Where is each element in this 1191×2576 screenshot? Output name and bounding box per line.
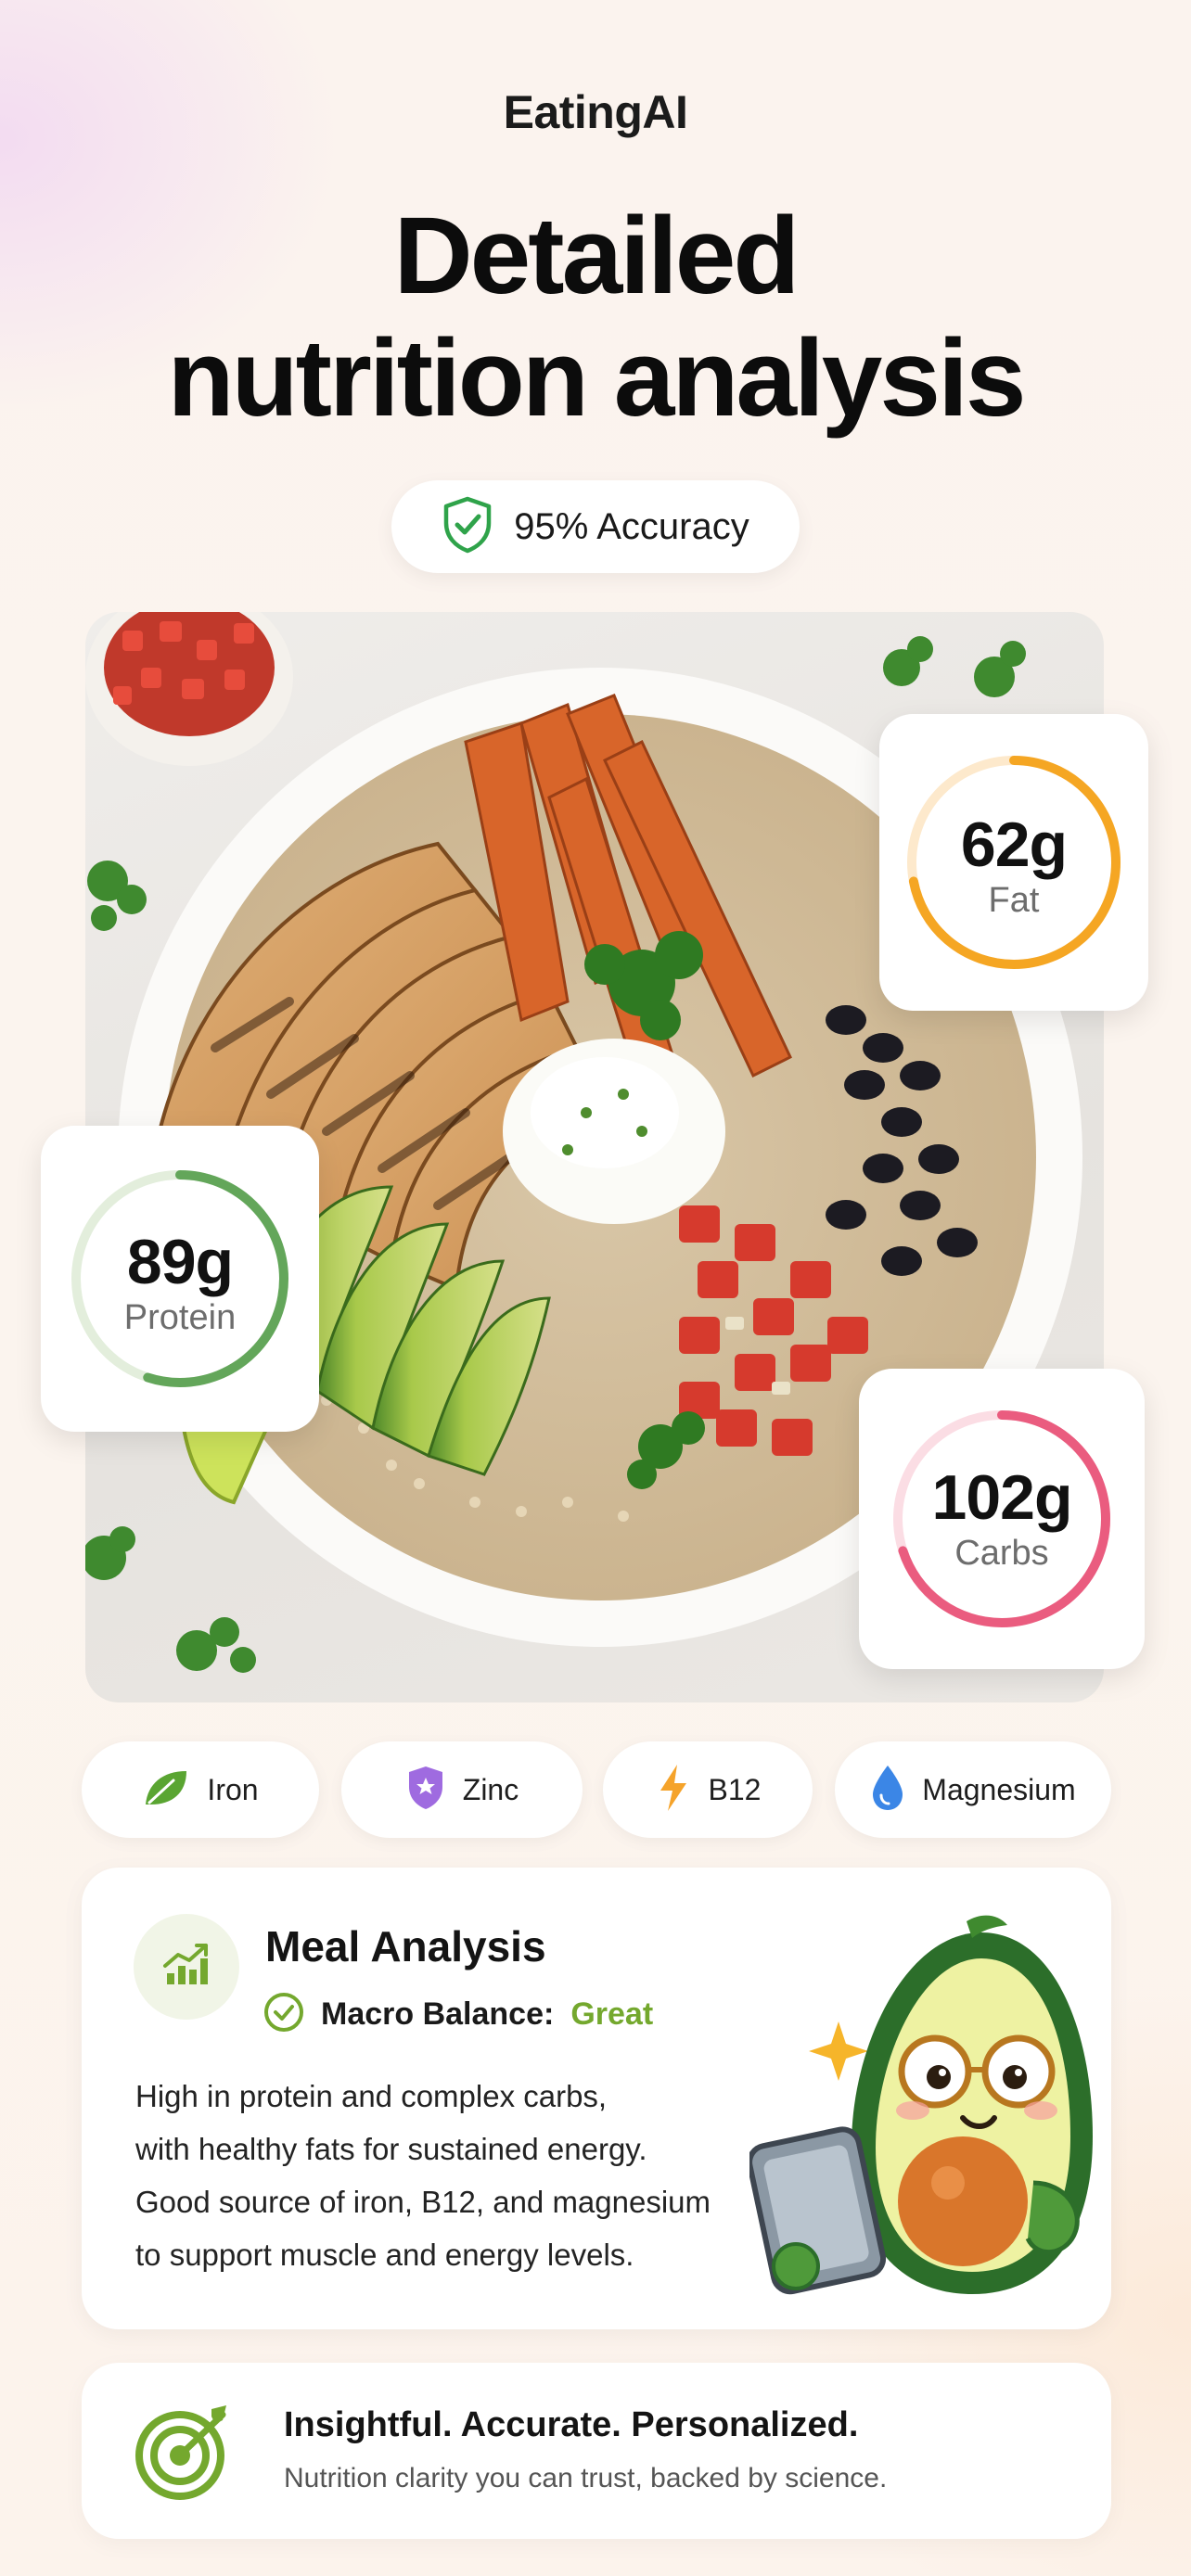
macro-balance-value: Great: [570, 1996, 654, 2032]
growth-chart-icon: [161, 1942, 211, 1993]
nutrient-label: Iron: [207, 1772, 259, 1806]
star-shield-icon: [405, 1765, 446, 1816]
analysis-icon-bubble: [134, 1914, 239, 2020]
nutrient-chip-magnesium[interactable]: Magnesium: [835, 1741, 1111, 1838]
headline: Detailed nutrition analysis: [0, 195, 1191, 440]
analysis-line: to support muscle and energy levels.: [135, 2238, 634, 2272]
carbs-card: 102g Carbs: [859, 1369, 1145, 1669]
accuracy-label: 95% Accuracy: [514, 505, 749, 547]
carbs-label: Carbs: [954, 1534, 1049, 1573]
protein-card: 89g Protein: [41, 1126, 319, 1432]
headline-line-2: nutrition analysis: [167, 317, 1027, 440]
fat-label: Fat: [988, 881, 1040, 920]
analysis-line: with healthy fats for sustained energy.: [135, 2132, 647, 2166]
nutrient-label: Zinc: [462, 1772, 519, 1806]
tagline-card: Insightful. Accurate. Personalized. Nutr…: [82, 2363, 1111, 2539]
analysis-description: High in protein and complex carbs, with …: [135, 2070, 785, 2281]
protein-value: 89g: [126, 1227, 234, 1297]
target-icon: [134, 2402, 236, 2508]
tagline-subtitle: Nutrition clarity you can trust, backed …: [284, 2463, 888, 2493]
shield-check-icon: [442, 496, 493, 558]
carbs-value: 102g: [931, 1462, 1073, 1533]
meal-analysis-card: Meal Analysis Macro Balance: Great High …: [82, 1868, 1111, 2329]
nutrient-chip-zinc[interactable]: Zinc: [341, 1741, 583, 1838]
tagline-title: Insightful. Accurate. Personalized.: [284, 2405, 859, 2444]
nutrient-chip-b12[interactable]: B12: [603, 1741, 813, 1838]
analysis-line: Good source of iron, B12, and magnesium: [135, 2185, 711, 2219]
macro-balance: Macro Balance: Great: [263, 1992, 653, 2037]
analysis-line: High in protein and complex carbs,: [135, 2079, 608, 2113]
nutrient-chips: Iron Zinc B12 Magnesium: [82, 1741, 1111, 1838]
check-circle-icon: [263, 1992, 304, 2037]
brand-logo: EatingAI: [503, 86, 688, 138]
analysis-title: Meal Analysis: [265, 1922, 546, 1970]
fat-card: 62g Fat: [879, 714, 1148, 1011]
nutrient-label: Magnesium: [922, 1772, 1076, 1806]
avocado-mascot: [749, 1915, 1093, 2295]
lightning-icon: [655, 1763, 692, 1817]
leaf-icon: [142, 1767, 190, 1813]
protein-label: Protein: [123, 1298, 237, 1337]
headline-line-1: Detailed: [393, 195, 800, 317]
accuracy-badge: 95% Accuracy: [391, 480, 800, 573]
droplet-icon: [870, 1764, 905, 1817]
nutrient-chip-iron[interactable]: Iron: [82, 1741, 319, 1838]
fat-value: 62g: [960, 810, 1068, 880]
macro-balance-label: Macro Balance:: [321, 1996, 555, 2032]
nutrient-label: B12: [708, 1772, 762, 1806]
